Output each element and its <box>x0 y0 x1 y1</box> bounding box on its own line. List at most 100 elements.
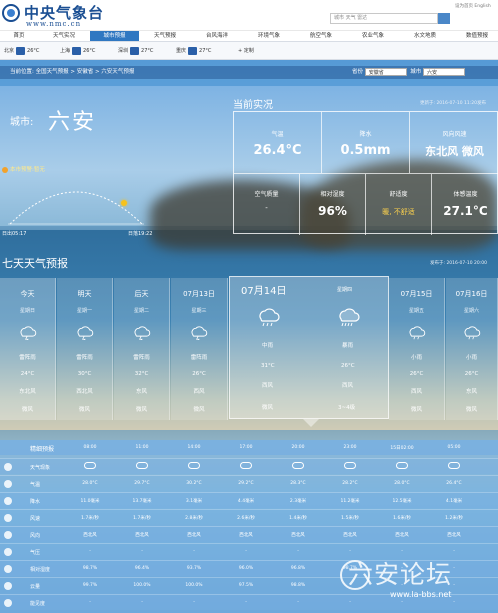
precip-cell: 降水 0.5mm <box>322 112 410 174</box>
day-date: 今天 <box>20 290 35 298</box>
day-card[interactable]: 明天 星期一 雷阵雨 30°C 西北风 微风 <box>57 278 113 420</box>
day-card[interactable]: 后天 星期二 雷阵雨 32°C 东风 微风 <box>114 278 170 420</box>
quick-city[interactable]: 上海 26°C <box>60 46 95 57</box>
hourly-cell: - <box>89 600 91 605</box>
day-card[interactable]: 今天 星期日 雷阵雨 24°C 东北风 微风 <box>0 278 56 420</box>
hourly-cell: 西北风 <box>447 533 461 538</box>
quick-city[interactable]: 深圳 27°C <box>118 46 153 57</box>
day-temp: 26°C <box>409 371 424 377</box>
day-date: 后天 <box>134 290 149 298</box>
day-card-selected[interactable]: 07月14日 星期四 中雨 暴雨 31°C 26°C 西风 西风 微风 3~4级 <box>229 276 389 419</box>
row-icon <box>4 497 12 505</box>
day-week: 星期六 <box>463 308 479 314</box>
quick-city-temp: 27°C <box>199 48 212 54</box>
precip-value: 0.5mm <box>340 143 391 158</box>
night-temp: 26°C <box>341 363 355 369</box>
search-button[interactable] <box>438 13 450 24</box>
day-temp: 26°C <box>464 371 479 377</box>
hourly-row: 气温 28.0°C 29.7°C 30.2°C 29.2°C 28.3°C 28.2°C 28… <box>0 475 498 491</box>
sunset-time: 日落19:22 <box>128 231 153 237</box>
day-week: 星期日 <box>19 308 35 314</box>
hourly-time: 11:00 <box>135 445 149 450</box>
sunrise-time: 日出05:17 <box>2 231 27 237</box>
hourly-cell: - <box>297 549 299 554</box>
hourly-cell: - <box>349 600 351 605</box>
cloud-icon <box>188 462 200 469</box>
nav-item[interactable]: 水文地质 <box>399 31 451 41</box>
nav-item[interactable]: 数值预报 <box>451 31 498 41</box>
row-label: 气温 <box>30 482 41 488</box>
quick-city[interactable]: 重庆 27°C <box>176 46 211 57</box>
wind-value: 东北风 微风 <box>425 145 484 158</box>
hourly-cell: 13.7毫米 <box>132 499 152 504</box>
day-card[interactable]: 07月15日 星期五 小雨 26°C 西风 微风 <box>389 278 445 420</box>
day-weather: 小雨 <box>410 355 422 361</box>
hourly-cell: 29.2°C <box>238 481 254 486</box>
day-wind-speed: 微风 <box>410 407 422 413</box>
day-temp: 32°C <box>134 371 149 377</box>
feels-value: 27.1°C <box>443 204 488 218</box>
feels-cell: 体感温度 27.1°C <box>432 174 498 235</box>
row-icon <box>4 565 12 573</box>
night-wind-speed: 3~4级 <box>338 405 356 411</box>
row-icon <box>4 463 12 471</box>
search-input[interactable]: 城市 天气 雷达 <box>330 13 438 24</box>
nav-item[interactable]: 首页 <box>0 31 38 41</box>
quick-city[interactable]: 北京 26°C <box>4 46 39 57</box>
top-links[interactable]: 设为首页 English <box>455 3 491 9</box>
hourly-cell: 西北风 <box>187 533 201 538</box>
watermark-url: www.la-bbs.net <box>390 590 452 599</box>
cloud-icon <box>292 462 304 469</box>
hourly-cell: 11.0毫米 <box>80 499 100 504</box>
thunder-cloud-icon <box>77 326 93 342</box>
day-wind-speed: 微风 <box>135 407 147 413</box>
nav-item[interactable]: 台风海洋 <box>191 31 243 41</box>
hourly-cell: - <box>401 549 403 554</box>
row-icon <box>4 514 12 522</box>
day-date: 07月13日 <box>183 290 215 298</box>
hourly-cell: 97.5% <box>238 583 254 588</box>
row-label: 风速 <box>30 516 41 522</box>
day-card[interactable]: 07月13日 星期三 雷阵雨 26°C 西风 微风 <box>171 278 228 420</box>
day-wind-speed: 微风 <box>193 407 205 413</box>
day-weather: 雷阵雨 <box>76 355 93 361</box>
nav-item[interactable]: 天气预报 <box>139 31 191 41</box>
hourly-cell: 12.5毫米 <box>392 499 412 504</box>
hourly-cell: 98.8% <box>290 583 306 588</box>
hourly-cell: 99.7% <box>82 583 98 588</box>
hourly-cell: - <box>193 600 195 605</box>
breadcrumb[interactable]: 当前位置: 全国天气预报 > 安徽省 > 六安天气预报 <box>10 66 134 79</box>
day-weather: 雷阵雨 <box>19 355 36 361</box>
quick-city-bar: 北京 26°C 上海 26°C 深圳 27°C 重庆 27°C + 定制 <box>0 41 498 60</box>
hourly-time: 05:00 <box>447 445 461 450</box>
day-wind-dir: 东北风 <box>19 389 36 395</box>
day-card[interactable]: 07月16日 星期六 小雨 26°C 东风 微风 <box>446 278 498 420</box>
cloud-icon <box>84 462 96 469</box>
watermark-text: 六安论坛 <box>348 560 453 589</box>
hourly-cell: - <box>141 600 143 605</box>
hourly-cell: 1.7米/秒 <box>81 516 99 521</box>
hourly-row: 天气现象 <box>0 458 498 474</box>
hourly-weather-cell <box>276 462 320 471</box>
city-select[interactable]: 六安 <box>423 67 466 76</box>
main-nav: 首页 天气实况 城市预报 天气预报 台风海洋 环境气象 航空气象 农业气象 水文地质 数值预报 <box>0 30 498 41</box>
site-logo[interactable]: 中央气象台 www.nmc.cn <box>2 2 130 29</box>
top-bar: 中央气象台 www.nmc.cn 城市 天气 雷达 设为首页 English <box>0 0 498 30</box>
nav-item[interactable]: 航空气象 <box>295 31 347 41</box>
hourly-cell: 西北风 <box>239 533 253 538</box>
nav-item[interactable]: 天气实况 <box>38 31 90 41</box>
wind-label: 风向风速 <box>442 131 467 138</box>
nav-item[interactable]: 环境气象 <box>243 31 295 41</box>
comfort-cell: 舒适度 暖, 不舒适 <box>366 174 432 235</box>
hourly-weather-cell <box>120 462 164 471</box>
seven-day-title: 七天天气预报 <box>2 257 68 270</box>
nav-item[interactable]: 农业气象 <box>347 31 399 41</box>
day-weather: 小雨 <box>465 355 477 361</box>
hourly-cell: 4.1毫米 <box>445 499 463 504</box>
day-date: 明天 <box>77 290 92 298</box>
customize-button[interactable]: + 定制 <box>238 46 254 57</box>
day-date: 07月14日 <box>241 286 287 297</box>
province-select[interactable]: 安徽省 <box>364 67 407 76</box>
alert-status[interactable]: 本市预警:暂无 <box>2 165 45 173</box>
nav-item[interactable]: 城市预报 <box>90 31 139 41</box>
